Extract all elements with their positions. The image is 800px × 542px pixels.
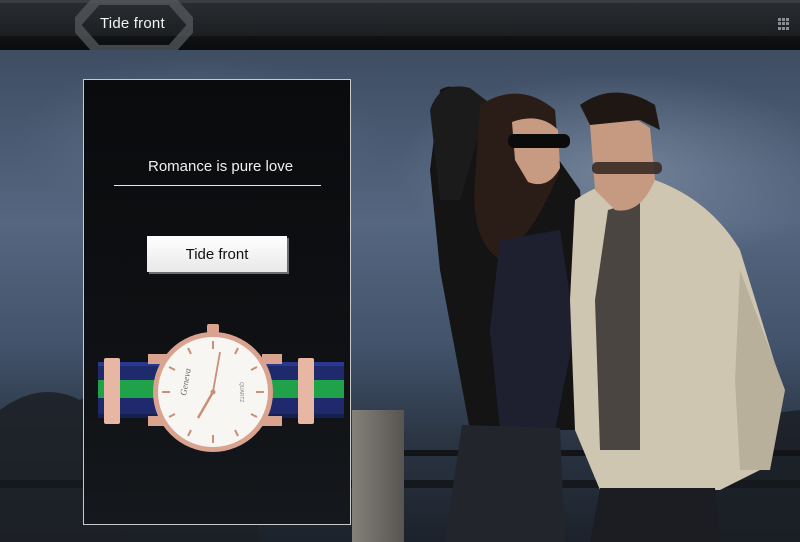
top-bar: Tide front xyxy=(0,0,800,50)
watch-dial-text: QUARTZ xyxy=(238,382,244,402)
strap-keeper-left xyxy=(104,358,120,424)
tide-front-button[interactable]: Tide front xyxy=(147,236,287,272)
grid-icon[interactable] xyxy=(778,18,790,30)
watch-image: Geneva QUARTZ xyxy=(98,324,344,452)
page-title[interactable]: Tide front xyxy=(100,15,165,32)
strap-keeper-right xyxy=(298,358,314,424)
heading-divider xyxy=(114,185,321,186)
panel-heading: Romance is pure love xyxy=(148,158,294,175)
watch-crown xyxy=(207,324,219,333)
promo-panel xyxy=(83,79,351,525)
